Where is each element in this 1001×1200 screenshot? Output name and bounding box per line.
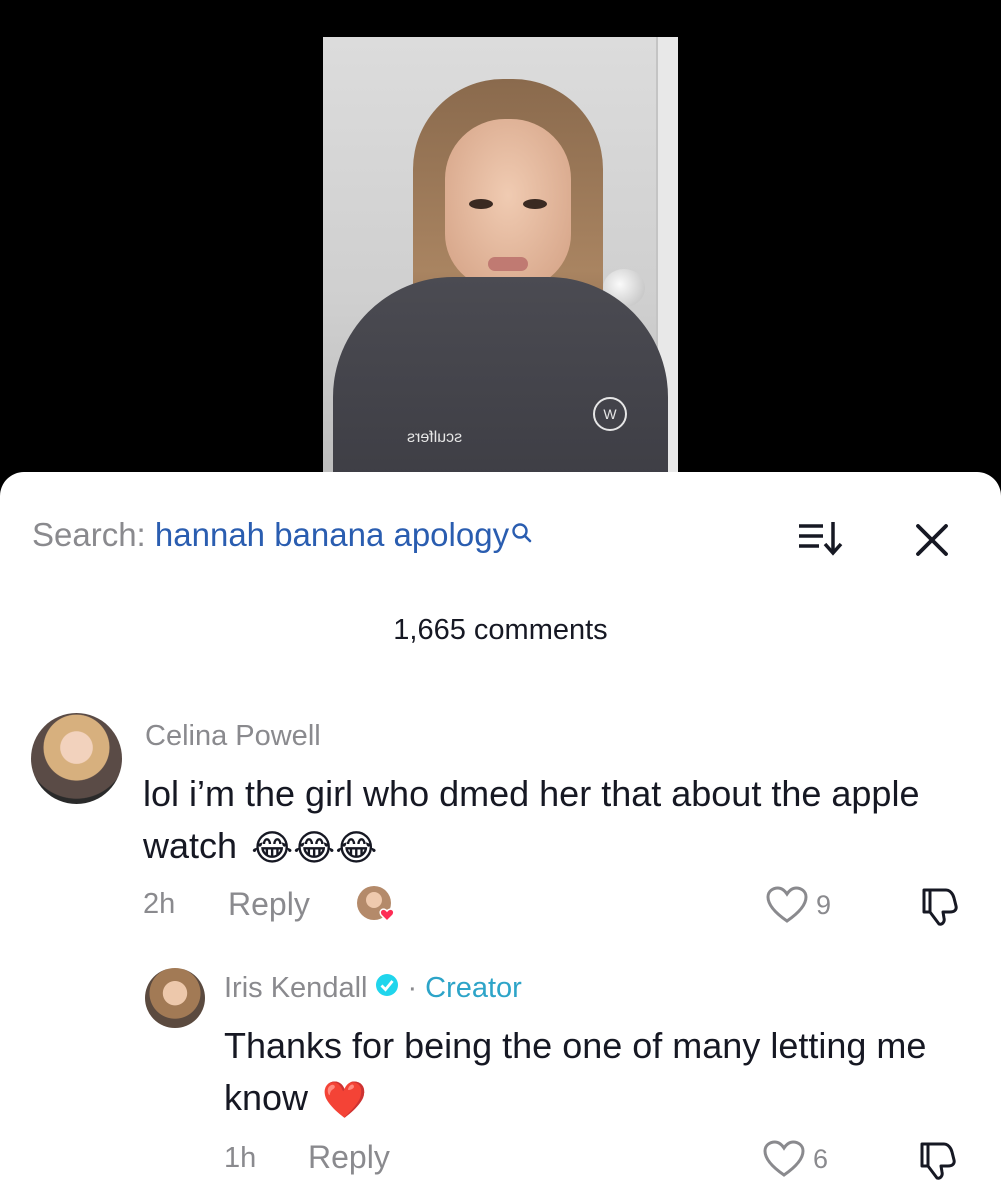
search-icon	[511, 514, 533, 552]
hoodie-emblem: W	[593, 397, 627, 431]
left-eye	[469, 199, 493, 209]
reply-button[interactable]: Reply	[308, 1139, 390, 1176]
avatar[interactable]	[145, 968, 205, 1028]
comment-username[interactable]: Celina Powell	[145, 720, 321, 753]
comment-text: lol i’m the girl who dmed her that about…	[143, 768, 963, 874]
dislike-icon[interactable]	[914, 1138, 958, 1182]
comments-count: 1,665 comments	[393, 614, 608, 646]
dislike-icon[interactable]	[916, 884, 960, 928]
search-suggestion[interactable]: Search: hannah banana apology	[32, 516, 533, 554]
right-eye	[523, 199, 547, 209]
video-player[interactable]: sculfers W	[0, 0, 1001, 500]
hoodie	[333, 277, 668, 477]
reply-text: Thanks for being the one of many letting…	[224, 1020, 984, 1126]
creator-liked-icon	[356, 883, 400, 927]
reply-time: 1h	[224, 1142, 257, 1174]
like-button[interactable]: 6	[763, 1140, 828, 1178]
like-count: 6	[813, 1143, 829, 1174]
search-query[interactable]: hannah banana apology	[155, 516, 509, 553]
reply-username[interactable]: Iris Kendall	[224, 972, 367, 1005]
search-label: Search:	[32, 516, 146, 553]
like-button[interactable]: 9	[766, 886, 831, 924]
reply-button[interactable]: Reply	[228, 886, 310, 923]
like-count: 9	[816, 889, 832, 920]
hoodie-logo-text: sculfers	[407, 429, 463, 446]
verified-icon	[375, 972, 399, 1005]
close-icon[interactable]	[910, 518, 954, 562]
avatar[interactable]	[31, 713, 122, 804]
reply-username-row: Iris Kendall · Creator	[224, 972, 522, 1005]
video-frame: sculfers W	[323, 37, 678, 477]
creator-badge: Creator	[425, 972, 522, 1004]
lips	[488, 257, 528, 271]
separator-dot: ·	[407, 972, 418, 1004]
reply-emoji: ❤️	[322, 1079, 367, 1121]
heart-icon	[766, 886, 808, 923]
comment-time: 2h	[143, 888, 176, 920]
sort-icon[interactable]	[797, 518, 847, 558]
comment-emoji: 😂😂😂	[251, 827, 378, 869]
comments-sheet: Search: hannah banana apology 1,665 comm…	[0, 472, 1001, 1200]
heart-icon	[763, 1140, 805, 1177]
person-face	[445, 119, 571, 289]
